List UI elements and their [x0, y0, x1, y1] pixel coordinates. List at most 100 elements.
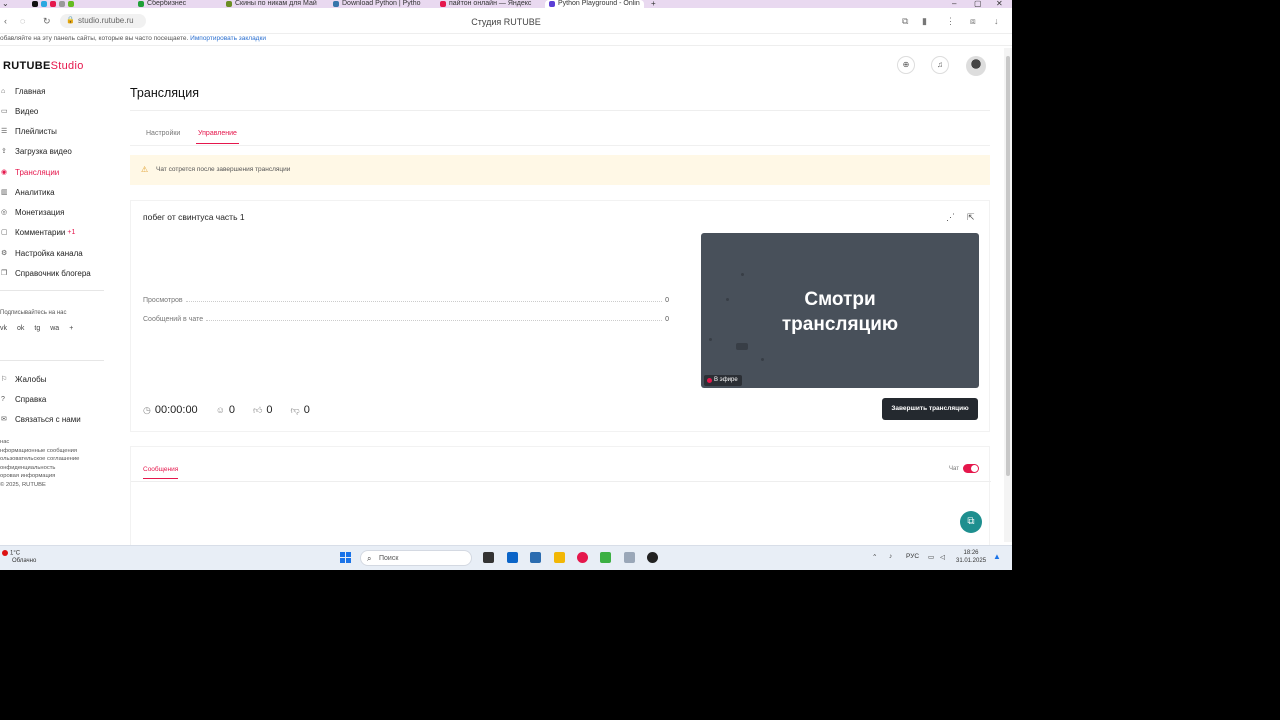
task-view-icon[interactable]	[483, 552, 494, 563]
footer-link-about[interactable]: нас	[0, 438, 79, 447]
start-button[interactable]	[340, 552, 351, 563]
tab-management[interactable]: Управление	[196, 130, 239, 144]
end-broadcast-button[interactable]: Завершить трансляцию	[882, 398, 978, 420]
maximize-icon[interactable]: ▢	[974, 0, 982, 8]
new-tab-icon[interactable]: +	[651, 0, 656, 8]
microphone-icon[interactable]: ♪	[889, 553, 892, 560]
browser-tab-3[interactable]: пайтон онлайн — Яндекс	[440, 0, 531, 8]
support-icon: ⧉	[967, 516, 975, 527]
sidebar-footer: нас нформационные сообщения ользовательс…	[0, 438, 79, 489]
sidebar-item-home[interactable]: ⌂ Главная	[0, 84, 45, 98]
sidebar-item-help[interactable]: ? Справка	[0, 392, 46, 406]
browser-tabbar: ⌄ Сбербизнес Скины по никам для Май Down…	[0, 0, 1012, 8]
clock-icon: ◷	[143, 404, 151, 415]
translate-icon[interactable]: ⧉	[902, 16, 908, 27]
network-icon[interactable]: ▭	[928, 553, 934, 561]
upload-video-button[interactable]: ⊕	[897, 56, 915, 74]
footer-link-legal[interactable]: оровая информация	[0, 472, 79, 481]
address-bar: ‹ ◌ ↻ 🔒 studio.rutube.ru Студия RUTUBE ⧉…	[0, 8, 1012, 34]
tray-chevron-icon[interactable]: ⌃	[872, 553, 877, 561]
search-icon: ⌕	[367, 554, 372, 563]
sidebar-item-comments[interactable]: ▢ Комментарии +1	[0, 225, 75, 239]
more-socials-icon[interactable]: +	[69, 325, 73, 332]
tab-list-icon[interactable]: ⌄	[2, 0, 9, 8]
gear-icon: ⚙	[1, 250, 8, 257]
minimize-icon[interactable]: –	[952, 0, 956, 8]
chat-toggle[interactable]	[963, 464, 979, 473]
store-icon[interactable]	[530, 552, 541, 563]
close-icon[interactable]: ✕	[996, 0, 1003, 8]
app-icon[interactable]	[624, 552, 635, 563]
scrollbar-thumb[interactable]	[1006, 56, 1010, 476]
home-icon: ⌂	[1, 87, 6, 95]
browser-tab-1[interactable]: Скины по никам для Май	[226, 0, 317, 8]
footer-link-info[interactable]: нформационные сообщения	[0, 447, 79, 456]
metric-chat-messages: Сообщений в чате 0	[143, 316, 669, 323]
obs-icon[interactable]	[647, 552, 658, 563]
browser-tab-0[interactable]: Сбербизнес	[138, 0, 186, 8]
sidebar-item-complaints[interactable]: ⚐ Жалобы	[0, 372, 46, 386]
stream-stats: ◷ 00:00:00 ☺ 0 👍︎ 0 👎︎ 0	[143, 404, 328, 416]
comments-badge: +1	[67, 228, 76, 236]
sidebar-item-broadcasts[interactable]: ◉ Трансляции	[0, 165, 59, 179]
ok-icon[interactable]: ok	[17, 325, 24, 332]
support-chat-button[interactable]: ⧉	[960, 511, 982, 533]
sidebar-item-video[interactable]: ▭ Видео	[0, 104, 38, 118]
share-icon[interactable]: ⋰	[946, 212, 955, 223]
notifications-button[interactable]: ♫	[931, 56, 949, 74]
page-scrollbar[interactable]	[1004, 48, 1012, 542]
flag-icon: ⚐	[1, 376, 8, 383]
preview-caption: Смотри трансляцию	[781, 289, 899, 335]
language-indicator[interactable]: РУС	[906, 553, 919, 560]
comments-icon: ▢	[1, 229, 8, 236]
tab-settings[interactable]: Настройки	[146, 130, 180, 137]
book-icon: ❐	[1, 270, 8, 277]
rutube-studio-logo[interactable]: RUTUBEStudio	[3, 60, 84, 72]
collections-icon[interactable]: ⧈	[970, 16, 976, 27]
notification-center-icon[interactable]: ▲	[993, 552, 1001, 561]
sidebar-item-analytics[interactable]: ▥ Аналитика	[0, 185, 55, 199]
tab-favicon	[226, 1, 232, 7]
bell-icon: ♫	[937, 60, 943, 69]
stat-viewers: ☺ 0	[215, 404, 236, 416]
explorer-icon[interactable]	[554, 552, 565, 563]
pinned-tabs[interactable]	[32, 0, 74, 8]
browser-tab-4[interactable]: Python Playground - Onlin	[545, 0, 644, 8]
taskbar-clock[interactable]: 18:26 31.01.2025	[956, 549, 986, 565]
tab-messages[interactable]: Сообщения	[143, 466, 179, 479]
chat-icon: ✉	[1, 416, 7, 423]
sidebar-item-upload[interactable]: ⇪ Загрузка видео	[0, 144, 72, 158]
footer-link-agreement[interactable]: ользовательское соглашение	[0, 455, 79, 464]
outlook-icon[interactable]	[507, 552, 518, 563]
download-icon[interactable]: ↓	[994, 16, 999, 26]
sidebar-item-blogger-guide[interactable]: ❐ Справочник блогера	[0, 266, 91, 280]
extensions-icon[interactable]: ⋮	[946, 16, 955, 27]
metric-views: Просмотров 0	[143, 297, 669, 304]
whatsapp-icon[interactable]: wa	[50, 325, 59, 332]
stream-preview[interactable]: Смотри трансляцию В эфире	[701, 233, 979, 388]
sidebar-item-monetization[interactable]: ◎ Монетизация	[0, 205, 64, 219]
bookmark-icon[interactable]: ▮	[922, 16, 927, 27]
weather-alert-icon	[2, 550, 8, 556]
open-external-icon[interactable]: ⇱	[967, 212, 975, 223]
sidebar-item-contact[interactable]: ✉ Связаться с нами	[0, 412, 81, 426]
footer-link-privacy[interactable]: онфиденциальность	[0, 464, 79, 473]
import-bookmarks-link[interactable]: Импортировать закладки	[190, 35, 266, 42]
sidebar-item-playlists[interactable]: ☰ Плейлисты	[0, 124, 57, 138]
minecraft-icon[interactable]	[600, 552, 611, 563]
yandex-browser-icon[interactable]	[577, 552, 588, 563]
broadcast-icon: ◉	[1, 169, 8, 176]
page-title-bar: Студия RUTUBE	[471, 17, 541, 27]
tab-favicon	[549, 1, 555, 7]
video-icon: ▭	[1, 108, 8, 115]
telegram-icon[interactable]: tg	[34, 325, 40, 332]
taskbar-search[interactable]: ⌕ Поиск	[360, 550, 472, 566]
volume-icon[interactable]: ◁	[940, 553, 945, 561]
avatar[interactable]	[966, 56, 986, 76]
sidebar-item-channel-settings[interactable]: ⚙ Настройка канала	[0, 246, 83, 260]
chat-warning-banner: ⚠ Чат сотрется после завершения трансляц…	[130, 155, 990, 185]
weather-widget[interactable]: 1°C Облачно	[2, 550, 36, 565]
vk-icon[interactable]: vk	[0, 325, 7, 332]
browser-tab-2[interactable]: Download Python | Pytho	[333, 0, 420, 8]
stat-likes: 👍︎ 0	[253, 404, 273, 416]
